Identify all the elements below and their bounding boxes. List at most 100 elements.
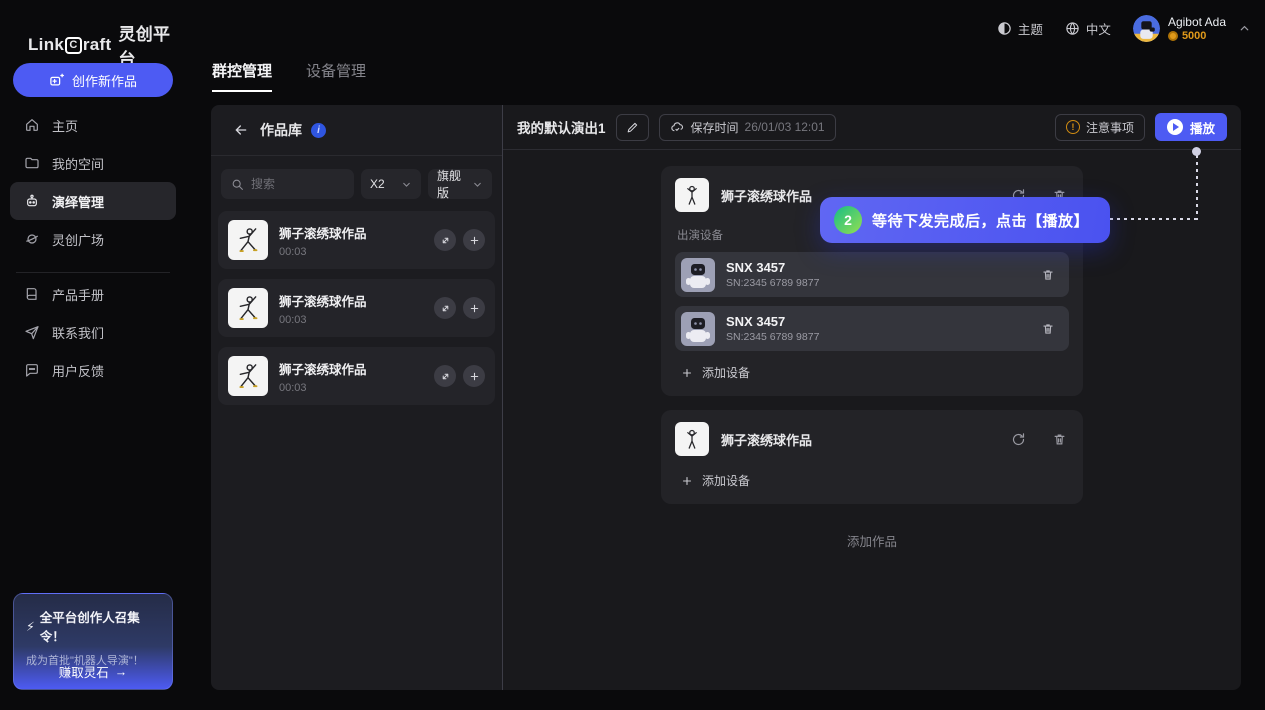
brand-text2: raft [83, 35, 112, 55]
work-thumbnail [675, 422, 709, 456]
topbar: 主题 中文 Agibot Ada 5000 [997, 0, 1251, 56]
sidebar-item-contact-us[interactable]: 联系我们 [10, 313, 176, 351]
pencil-icon [626, 121, 639, 134]
add-device-button[interactable]: 添加设备 [681, 364, 1069, 381]
tab-group-control[interactable]: 群控管理 [212, 60, 272, 92]
add-to-stage-button[interactable] [463, 297, 485, 319]
expand-button[interactable] [434, 229, 456, 251]
play-label: 播放 [1190, 118, 1215, 137]
sidebar-item-my-space[interactable]: 我的空间 [10, 144, 176, 182]
tooltip-text: 等待下发完成后，点击【播放】 [872, 210, 1089, 231]
device-sn: SN:2345 6789 9877 [726, 331, 1028, 343]
expand-button[interactable] [434, 297, 456, 319]
create-new-work-label: 创作新作品 [72, 71, 137, 90]
play-icon [1167, 119, 1183, 135]
performance-card: 狮子滚绣球作品 添加设备 [661, 410, 1083, 504]
search-icon [231, 178, 244, 191]
sidebar-item-home[interactable]: 主页 [10, 106, 176, 144]
device-avatar [681, 312, 715, 346]
brand-c-icon: C [65, 37, 82, 54]
cloud-check-icon [670, 120, 685, 135]
work-thumbnail [228, 356, 268, 396]
sidebar-item-performance-management[interactable]: 演绎管理 [10, 182, 176, 220]
robot-icon [24, 193, 40, 209]
plus-icon [681, 367, 693, 379]
sidebar-nav-main: 主页 我的空间 演绎管理 灵创广场 [10, 106, 176, 287]
device-row[interactable]: SNX 3457 SN:2345 6789 9877 [675, 252, 1069, 297]
library-item[interactable]: 狮子滚绣球作品 00:03 [218, 347, 495, 405]
stage-panel: 我的默认演出1 保存时间 26/01/03 12:01 ! 注意事项 播放 [503, 105, 1241, 690]
save-time: 26/01/03 12:01 [745, 120, 825, 134]
expand-button[interactable] [434, 365, 456, 387]
stage-header: 我的默认演出1 保存时间 26/01/03 12:01 ! 注意事项 播放 [503, 105, 1241, 150]
language-switcher[interactable]: 中文 [1065, 19, 1111, 38]
delete-device-button[interactable] [1039, 266, 1057, 284]
sidebar-nav-secondary: 产品手册 联系我们 用户反馈 [10, 275, 176, 389]
work-thumbnail [228, 220, 268, 260]
work-title: 狮子滚绣球作品 [721, 430, 997, 449]
video-plus-icon [49, 73, 64, 88]
device-name: SNX 3457 [726, 260, 1028, 275]
search-box[interactable] [221, 169, 354, 199]
back-icon[interactable] [231, 120, 251, 140]
version-select[interactable]: 旗舰版 [428, 169, 492, 199]
coin-balance: 5000 [1182, 30, 1206, 42]
book-icon [24, 286, 40, 302]
info-icon[interactable]: i [311, 123, 326, 138]
sidebar-item-creator-plaza[interactable]: 灵创广场 [10, 220, 176, 258]
stage-title: 我的默认演出1 [517, 117, 606, 137]
sidebar-item-label: 联系我们 [52, 323, 104, 342]
sidebar-item-product-manual[interactable]: 产品手册 [10, 275, 176, 313]
chevron-down-icon [472, 179, 483, 190]
library-title: 作品库 [260, 120, 302, 140]
chevron-up-icon[interactable] [1238, 22, 1251, 35]
paper-plane-icon [24, 324, 40, 340]
add-to-stage-button[interactable] [463, 229, 485, 251]
device-avatar [681, 258, 715, 292]
notice-button[interactable]: ! 注意事项 [1055, 114, 1145, 141]
sidebar-item-user-feedback[interactable]: 用户反馈 [10, 351, 176, 389]
add-device-button[interactable]: 添加设备 [681, 472, 1069, 489]
promo-card: ⚡ 全平台创作人召集令！ 成为首批"机器人导演"！ 赚取灵石 → [13, 593, 173, 690]
sidebar-item-label: 主页 [52, 116, 78, 135]
feedback-bubble-icon [24, 362, 40, 378]
user-menu[interactable]: Agibot Ada 5000 [1133, 15, 1251, 42]
search-input[interactable] [251, 177, 341, 191]
delete-device-button[interactable] [1039, 320, 1057, 338]
content-panel: 作品库 i X2 旗舰版 狮子滚绣球作品 [211, 105, 1241, 690]
refresh-button[interactable] [1009, 430, 1028, 449]
sidebar-item-label: 产品手册 [52, 285, 104, 304]
avatar [1133, 15, 1160, 42]
add-to-stage-button[interactable] [463, 365, 485, 387]
earn-gems-button[interactable]: 赚取灵石 → [14, 654, 172, 689]
device-sn: SN:2345 6789 9877 [726, 277, 1028, 289]
library-item[interactable]: 狮子滚绣球作品 00:03 [218, 279, 495, 337]
library-item[interactable]: 狮子滚绣球作品 00:03 [218, 211, 495, 269]
theme-label: 主题 [1018, 19, 1043, 38]
add-work-button[interactable]: 添加作品 [847, 531, 897, 550]
work-title: 狮子滚绣球作品 [279, 359, 423, 378]
speed-select[interactable]: X2 [361, 169, 421, 199]
sidebar-item-label: 用户反馈 [52, 361, 104, 380]
create-new-work-button[interactable]: 创作新作品 [13, 63, 173, 97]
notice-label: 注意事项 [1086, 119, 1134, 136]
arrow-right-icon: → [115, 665, 128, 679]
library-list: 狮子滚绣球作品 00:03 狮子滚绣球作品 00:03 [211, 211, 502, 415]
save-status: 保存时间 26/01/03 12:01 [659, 114, 836, 141]
work-title: 狮子滚绣球作品 [279, 291, 423, 310]
delete-card-button[interactable] [1050, 430, 1069, 449]
globe-icon [1065, 21, 1080, 36]
play-button[interactable]: 播放 [1155, 113, 1227, 141]
device-name: SNX 3457 [726, 314, 1028, 329]
work-thumbnail [228, 288, 268, 328]
edit-title-button[interactable] [616, 114, 649, 141]
tab-device-management[interactable]: 设备管理 [306, 60, 366, 92]
planet-icon [24, 231, 40, 247]
coin-icon [1168, 31, 1178, 41]
work-title: 狮子滚绣球作品 [279, 223, 423, 242]
step-badge: 2 [834, 206, 862, 234]
theme-toggle[interactable]: 主题 [997, 19, 1043, 38]
device-row[interactable]: SNX 3457 SN:2345 6789 9877 [675, 306, 1069, 351]
folder-icon [24, 155, 40, 171]
main-tabs: 群控管理 设备管理 [212, 60, 366, 92]
